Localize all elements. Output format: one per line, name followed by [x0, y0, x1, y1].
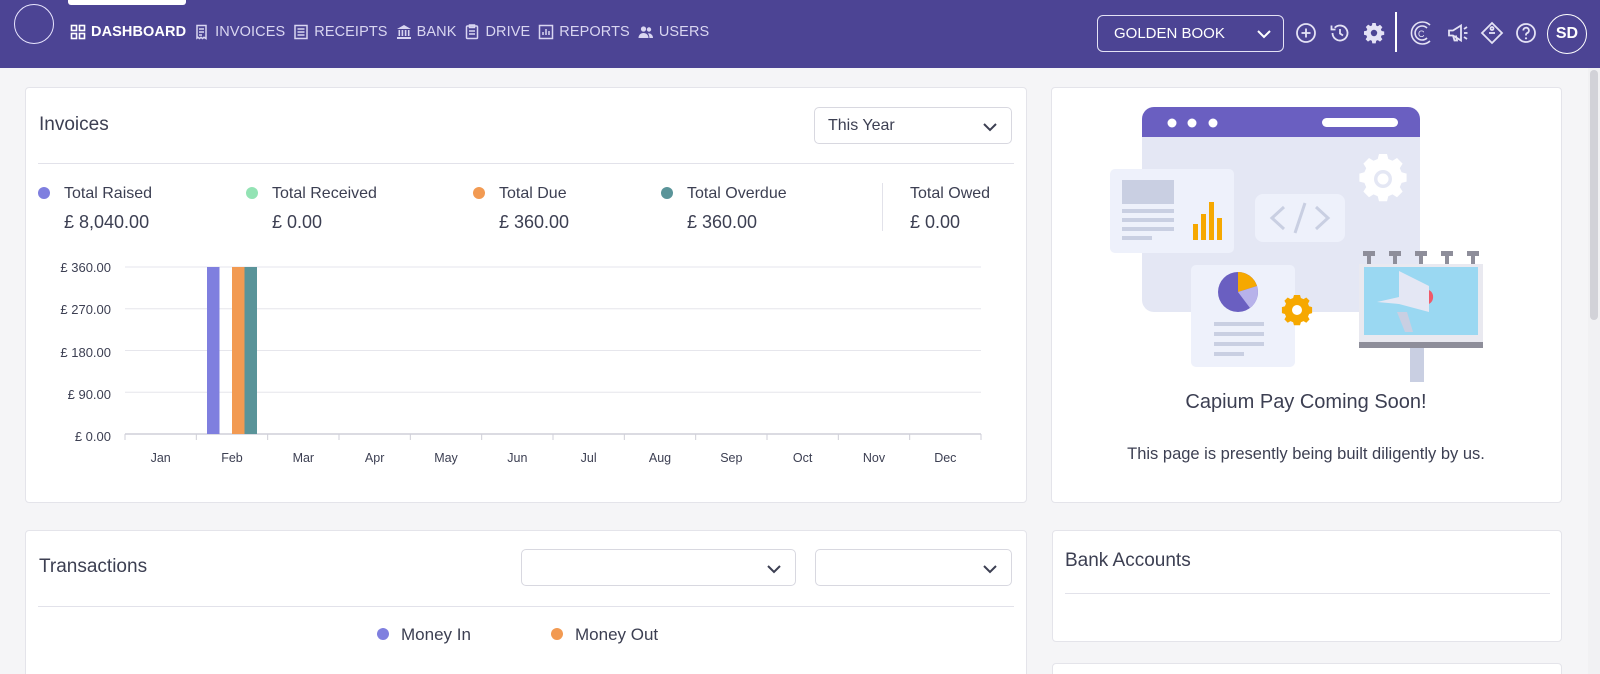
x-tick-label: Jan — [150, 451, 171, 465]
x-tick-label: Sep — [720, 451, 743, 465]
megaphone-icon[interactable] — [1446, 21, 1470, 45]
users-icon — [638, 26, 653, 38]
tag-icon[interactable] — [1480, 21, 1504, 45]
invoices-chart — [124, 266, 982, 440]
bank-icon — [396, 25, 411, 39]
transactions-filter-select-1[interactable] — [521, 549, 796, 586]
transactions-divider — [38, 606, 1014, 607]
top-navigation-bar: DASHBOARD INVOICES RECEIPTS BANK DRIVE R… — [0, 0, 1600, 68]
x-tick-label: Mar — [292, 451, 315, 465]
grid-icon — [70, 24, 86, 40]
svg-text:C: C — [1418, 29, 1425, 39]
reports-icon — [539, 24, 554, 40]
nav-drive-label: DRIVE — [485, 24, 531, 40]
x-tick-label: Jun — [507, 451, 528, 465]
app-logo[interactable] — [14, 4, 54, 44]
help-icon[interactable] — [1514, 21, 1538, 45]
x-tick-label: Apr — [364, 451, 385, 465]
page-scrollbar[interactable] — [1588, 68, 1600, 674]
gear-icon[interactable] — [1362, 21, 1386, 45]
x-tick-label: Aug — [648, 451, 672, 465]
book-select[interactable]: GOLDEN BOOK — [1097, 15, 1284, 52]
bar-total-raised-feb[interactable] — [207, 267, 220, 434]
invoices-card: Invoices This Year Total Raised £ 8,040.… — [25, 87, 1027, 503]
bank-accounts-card: Bank Accounts — [1052, 530, 1562, 642]
small-gear-icon — [1281, 295, 1313, 326]
header-divider — [1395, 12, 1397, 52]
bar-total-overdue-feb[interactable] — [244, 267, 258, 434]
money-in-dot — [377, 628, 389, 640]
active-tab-indicator — [68, 0, 186, 5]
receipt-icon — [294, 24, 308, 40]
nav-receipts-label: RECEIPTS — [314, 24, 388, 40]
capium-pay-card — [1051, 87, 1562, 503]
capium-pay-illustration — [1110, 107, 1483, 382]
bar-total-due-feb[interactable] — [232, 267, 245, 434]
nav-reports[interactable]: REPORTS — [538, 24, 630, 40]
x-tick-label: Nov — [862, 451, 886, 465]
gear-illustration-icon — [1359, 154, 1407, 202]
promo-title: Capium Pay Coming Soon! — [1185, 391, 1427, 413]
invoice-icon — [196, 24, 207, 40]
bank-accounts-divider — [1065, 593, 1550, 594]
scrollbar-thumb[interactable] — [1590, 70, 1598, 320]
user-avatar[interactable]: SD — [1547, 14, 1587, 54]
money-out-dot — [551, 628, 563, 640]
nav-bank-label: BANK — [416, 24, 457, 40]
add-circle-icon[interactable] — [1294, 21, 1318, 45]
drive-icon — [466, 24, 479, 40]
x-tick-label: Dec — [934, 451, 957, 465]
nav-dashboard[interactable]: DASHBOARD — [70, 24, 186, 40]
nav-users-label: USERS — [658, 24, 710, 40]
chevron-down-icon — [983, 565, 997, 574]
pie-chart-icon — [1218, 272, 1258, 312]
bank-accounts-title: Bank Accounts — [1065, 550, 1191, 571]
nav-users[interactable]: USERS — [638, 24, 709, 40]
transactions-card: Transactions Money In Money Out — [25, 530, 1027, 674]
nav-reports-label: REPORTS — [559, 24, 630, 40]
transactions-title: Transactions — [39, 556, 148, 577]
nav-invoices-label: INVOICES — [215, 24, 286, 40]
chevron-down-icon — [1257, 30, 1271, 39]
x-tick-label: Feb — [221, 451, 243, 465]
chevron-down-icon — [767, 565, 781, 574]
nav-dashboard-label: DASHBOARD — [91, 24, 187, 40]
next-card — [1052, 663, 1562, 674]
x-tick-label: Oct — [792, 451, 813, 465]
money-in-label: Money In — [401, 625, 471, 644]
nav-bank[interactable]: BANK — [396, 24, 457, 40]
nav-receipts[interactable]: RECEIPTS — [293, 24, 387, 40]
book-select-value: GOLDEN BOOK — [1114, 25, 1225, 42]
money-out-label: Money Out — [575, 625, 659, 644]
main-nav: DASHBOARD INVOICES RECEIPTS BANK DRIVE R… — [70, 24, 717, 40]
nav-drive[interactable]: DRIVE — [464, 24, 530, 40]
nav-invoices[interactable]: INVOICES — [194, 24, 285, 40]
promo-text: This page is presently being built dilig… — [1127, 445, 1485, 463]
billboard-icon — [1359, 251, 1483, 382]
x-tick-label: Jul — [580, 451, 597, 465]
history-icon[interactable] — [1328, 21, 1352, 45]
capium-c-icon[interactable]: C — [1408, 19, 1436, 47]
x-tick-label: May — [434, 451, 458, 465]
avatar-initials: SD — [1555, 25, 1579, 42]
transactions-filter-select-2[interactable] — [815, 549, 1012, 586]
